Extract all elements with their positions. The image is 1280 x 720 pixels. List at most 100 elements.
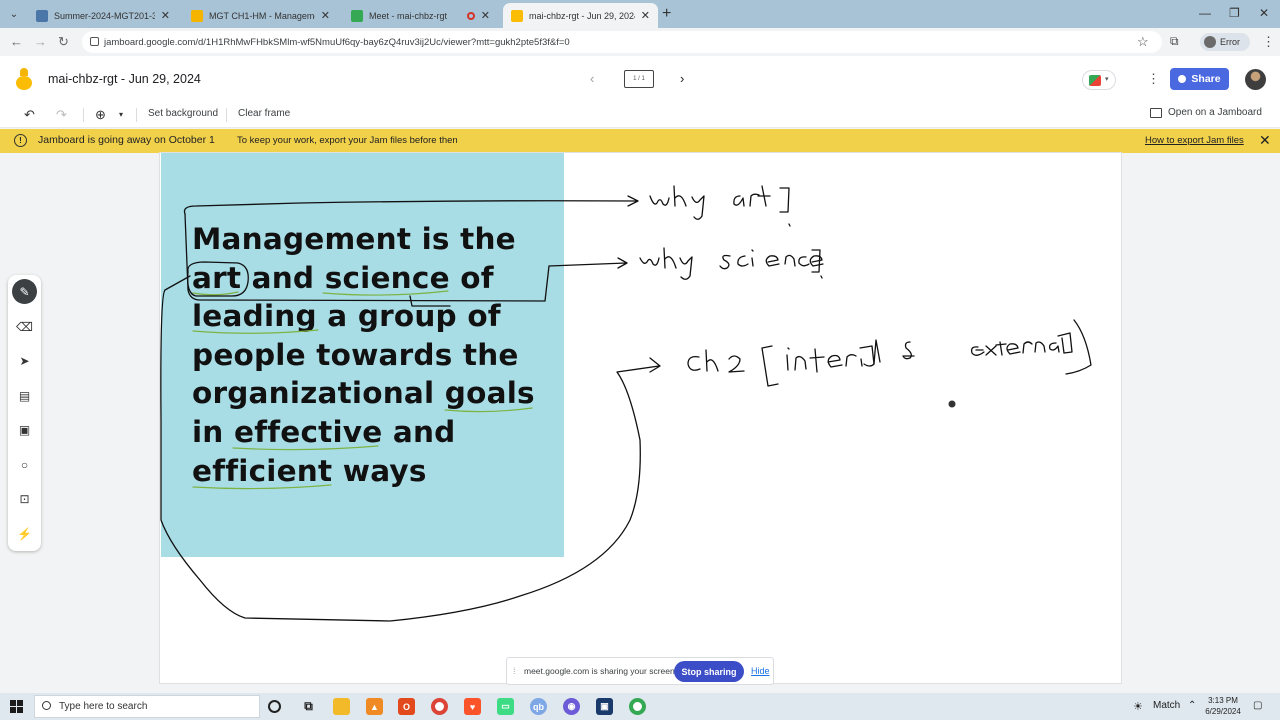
system-clock[interactable]: 3:13 PM 6/29/2024: [1203, 695, 1243, 717]
tab-4-active[interactable]: mai-chbz-rgt - Jun 29, 2024 - G ✕: [503, 3, 658, 28]
tab-favicon-icon: [191, 9, 203, 22]
share-label: Share: [1191, 73, 1221, 85]
terminal-icon[interactable]: ▣: [596, 698, 613, 715]
banner-close-icon[interactable]: ✕: [1259, 132, 1271, 149]
set-background-button[interactable]: Set background: [148, 108, 218, 119]
file-explorer-icon[interactable]: [333, 698, 350, 715]
previous-frame-icon[interactable]: ‹: [590, 71, 594, 86]
office-icon[interactable]: O: [398, 698, 415, 715]
taskbar-search[interactable]: Type here to search: [34, 695, 260, 718]
back-icon[interactable]: ←: [10, 34, 23, 49]
hide-link[interactable]: Hide: [751, 666, 770, 676]
sticky-note-text: Management is the art and science of lea…: [192, 220, 552, 490]
url-field[interactable]: jamboard.google.com/d/1H1RhMwFHbkSMlm-wf…: [82, 31, 1162, 53]
zoom-chevron-down-icon[interactable]: ▾: [119, 110, 123, 119]
profile-button[interactable]: Error: [1200, 33, 1250, 51]
frame-bar-button[interactable]: 1 / 1: [624, 70, 654, 88]
redo-icon[interactable]: ↷: [56, 107, 67, 123]
sticky-line: efficient ways: [192, 453, 427, 488]
vlc-icon[interactable]: ▲: [366, 698, 383, 715]
toolbar-divider: [226, 108, 227, 122]
toolbar-divider: [83, 108, 84, 122]
tab-1[interactable]: Summer-2024-MGT201-3 3 ✕: [28, 3, 178, 28]
shape-icon[interactable]: ○: [12, 452, 37, 477]
share-message: meet.google.com is sharing your screen.: [524, 666, 678, 676]
export-help-link[interactable]: How to export Jam files: [1145, 135, 1244, 146]
undo-icon[interactable]: ↶: [24, 107, 35, 123]
sticky-line: organizational goals: [192, 376, 535, 411]
pen-icon[interactable]: ✎: [12, 279, 37, 304]
tab-favicon-icon: [351, 9, 363, 22]
brave-icon[interactable]: ♥: [464, 698, 481, 715]
sticky-line: leading a group of: [192, 299, 501, 334]
tab-close-icon[interactable]: ✕: [161, 9, 170, 22]
jamboard-header: mai-chbz-rgt - Jun 29, 2024 ‹ 1 / 1 › ▾ …: [0, 56, 1280, 102]
open-on-jamboard-label: Open on a Jamboard: [1168, 107, 1262, 118]
tab-title: Meet - mai-chbz-rgt: [369, 10, 448, 21]
new-tab-icon[interactable]: +: [662, 5, 671, 23]
document-title[interactable]: mai-chbz-rgt - Jun 29, 2024: [48, 72, 201, 86]
chrome-active-icon[interactable]: [629, 698, 646, 715]
forward-icon[interactable]: →: [34, 34, 47, 49]
discord-icon[interactable]: ◉: [563, 698, 580, 715]
tab-favicon-icon: [511, 9, 523, 22]
reload-icon[interactable]: ↻: [58, 34, 69, 50]
tab-3[interactable]: Meet - mai-chbz-rgt ✕: [343, 3, 498, 28]
more-options-icon[interactable]: ⋮: [1147, 71, 1160, 87]
notifications-icon[interactable]: ▢: [1253, 700, 1262, 711]
tab-close-icon[interactable]: ✕: [321, 9, 330, 22]
select-icon[interactable]: ➤: [12, 348, 37, 373]
app-icon-qb[interactable]: qb: [530, 698, 547, 715]
minimize-icon[interactable]: —: [1199, 6, 1211, 20]
bookmark-star-icon[interactable]: ☆: [1137, 34, 1149, 50]
clear-frame-button[interactable]: Clear frame: [238, 108, 290, 119]
share-button[interactable]: Share: [1170, 68, 1229, 90]
site-info-icon[interactable]: [90, 37, 99, 46]
chevron-down-icon: ▾: [1105, 76, 1109, 83]
drag-handle-icon[interactable]: ⁞: [513, 666, 516, 676]
sticky-line: Management is the: [192, 222, 516, 256]
sticky-line: art and science of: [192, 260, 494, 295]
next-frame-icon[interactable]: ›: [680, 71, 684, 86]
account-avatar[interactable]: [1245, 69, 1266, 90]
tool-palette: ✎ ⌫ ➤ ▤ ▣ ○ ⊡ ⚡: [8, 275, 41, 551]
image-icon[interactable]: ▣: [12, 417, 37, 442]
extensions-icon[interactable]: ⧉: [1170, 34, 1179, 49]
cortana-icon[interactable]: [268, 700, 281, 713]
tab-close-icon[interactable]: ✕: [481, 9, 490, 22]
tab-favicon-icon: [36, 9, 48, 22]
zoom-icon[interactable]: ⊕: [95, 107, 106, 123]
tab-close-icon[interactable]: ✕: [641, 9, 650, 22]
monitor-icon: [1150, 107, 1162, 118]
tray-chevron-up-icon[interactable]: ⌃: [1188, 700, 1196, 711]
address-bar-row: ← → ↻ jamboard.google.com/d/1H1RhMwFHbkS…: [0, 28, 1280, 56]
tab-title: mai-chbz-rgt - Jun 29, 2024 - G: [529, 10, 635, 21]
tab-2[interactable]: MGT CH1-HM - Management a ✕: [183, 3, 338, 28]
tab-search-icon[interactable]: ⌄: [5, 5, 23, 23]
laser-icon[interactable]: ⚡: [12, 521, 37, 546]
task-view-icon[interactable]: ⧉: [300, 698, 317, 715]
deprecation-banner: ! Jamboard is going away on October 1 To…: [0, 129, 1280, 153]
jamboard-logo-icon[interactable]: [16, 68, 32, 90]
stop-sharing-button[interactable]: Stop sharing: [674, 661, 744, 682]
tab-title: Summer-2024-MGT201-3 3: [54, 10, 155, 21]
eraser-icon[interactable]: ⌫: [12, 314, 37, 339]
green-app-icon[interactable]: ▭: [497, 698, 514, 715]
url-text: jamboard.google.com/d/1H1RhMwFHbkSMlm-wf…: [104, 36, 570, 48]
text-box-icon[interactable]: ⊡: [12, 486, 37, 511]
meet-button[interactable]: ▾: [1082, 70, 1116, 90]
sticky-note-icon[interactable]: ▤: [12, 383, 37, 408]
weather-label[interactable]: Match: [1153, 700, 1180, 711]
chrome-icon[interactable]: [431, 698, 448, 715]
tab-title: MGT CH1-HM - Management a: [209, 10, 315, 21]
tab-strip: ⌄ Summer-2024-MGT201-3 3 ✕ MGT CH1-HM - …: [0, 0, 1280, 28]
meet-camera-icon: [1089, 75, 1101, 86]
open-on-jamboard-button[interactable]: Open on a Jamboard: [1150, 107, 1262, 118]
window-close-icon[interactable]: ✕: [1259, 6, 1269, 20]
browser-menu-icon[interactable]: ⋮: [1262, 34, 1275, 50]
frame-counter: 1 / 1: [633, 76, 645, 82]
windows-start-icon[interactable]: [10, 700, 23, 713]
sticky-line: people towards the: [192, 337, 519, 372]
windows-taskbar: Type here to search ⧉ ▲ O ♥ ▭ qb ◉ ▣ ☀ M…: [0, 693, 1280, 720]
restore-icon[interactable]: ❐: [1229, 6, 1240, 20]
